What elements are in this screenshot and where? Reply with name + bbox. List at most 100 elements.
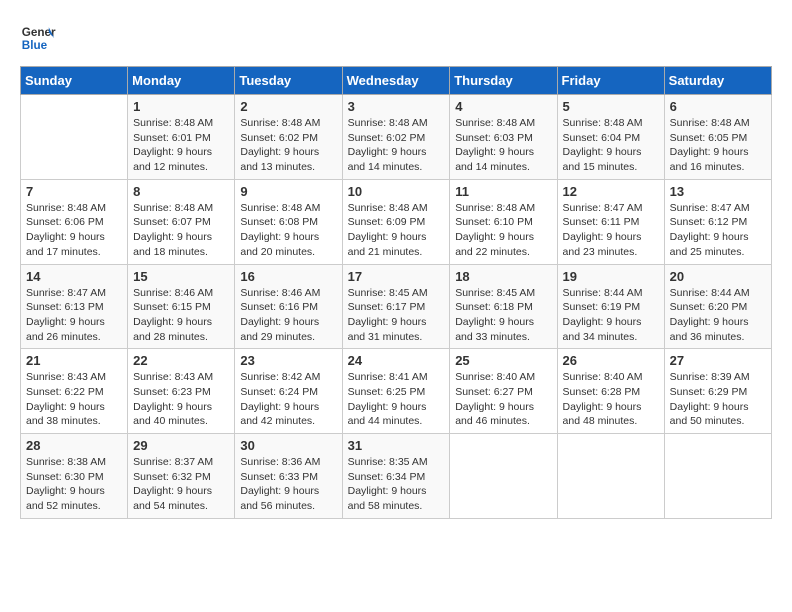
calendar-week-row: 14 Sunrise: 8:47 AMSunset: 6:13 PMDayligh…	[21, 264, 772, 349]
calendar-cell: 7 Sunrise: 8:48 AMSunset: 6:06 PMDaylight…	[21, 179, 128, 264]
day-info: Sunrise: 8:47 AMSunset: 6:12 PMDaylight:…	[670, 201, 766, 260]
calendar-cell: 4Sunrise: 8:48 AMSunset: 6:03 PMDaylight…	[450, 95, 557, 180]
day-number: 23	[240, 353, 336, 368]
day-number: 7	[26, 184, 122, 199]
calendar-week-row: 21 Sunrise: 8:43 AMSunset: 6:22 PMDayligh…	[21, 349, 772, 434]
calendar-cell: 5 Sunrise: 8:48 AMSunset: 6:04 PMDaylight…	[557, 95, 664, 180]
calendar-cell: 10Sunrise: 8:48 AMSunset: 6:09 PMDayligh…	[342, 179, 450, 264]
day-number: 6	[670, 99, 766, 114]
column-header-thursday: Thursday	[450, 67, 557, 95]
svg-text:Blue: Blue	[22, 39, 48, 52]
calendar-cell: 23 Sunrise: 8:42 AMSunset: 6:24 PMDayligh…	[235, 349, 342, 434]
calendar-cell	[557, 434, 664, 519]
day-number: 19	[563, 269, 659, 284]
day-info: Sunrise: 8:39 AMSunset: 6:29 PMDaylight:…	[670, 370, 766, 429]
day-info: Sunrise: 8:48 AMSunset: 6:10 PMDaylight:…	[455, 201, 551, 260]
day-info: Sunrise: 8:41 AMSunset: 6:25 PMDaylight:…	[348, 370, 445, 429]
page-header: General Blue	[20, 20, 772, 56]
day-info: Sunrise: 8:47 AMSunset: 6:13 PMDaylight:…	[26, 286, 122, 345]
column-header-monday: Monday	[128, 67, 235, 95]
day-number: 3	[348, 99, 445, 114]
column-header-tuesday: Tuesday	[235, 67, 342, 95]
day-info: Sunrise: 8:48 AMSunset: 6:04 PMDaylight:…	[563, 116, 659, 175]
day-info: Sunrise: 8:48 AMSunset: 6:08 PMDaylight:…	[240, 201, 336, 260]
calendar-cell: 18 Sunrise: 8:45 AMSunset: 6:18 PMDayligh…	[450, 264, 557, 349]
calendar-cell: 20Sunrise: 8:44 AMSunset: 6:20 PMDayligh…	[664, 264, 771, 349]
day-number: 5	[563, 99, 659, 114]
day-number: 2	[240, 99, 336, 114]
calendar-cell: 12Sunrise: 8:47 AMSunset: 6:11 PMDayligh…	[557, 179, 664, 264]
day-number: 17	[348, 269, 445, 284]
day-info: Sunrise: 8:35 AMSunset: 6:34 PMDaylight:…	[348, 455, 445, 514]
calendar-cell: 6Sunrise: 8:48 AMSunset: 6:05 PMDaylight…	[664, 95, 771, 180]
day-number: 13	[670, 184, 766, 199]
day-number: 27	[670, 353, 766, 368]
day-info: Sunrise: 8:38 AMSunset: 6:30 PMDaylight:…	[26, 455, 122, 514]
day-info: Sunrise: 8:44 AMSunset: 6:20 PMDaylight:…	[670, 286, 766, 345]
day-info: Sunrise: 8:45 AMSunset: 6:18 PMDaylight:…	[455, 286, 551, 345]
column-header-wednesday: Wednesday	[342, 67, 450, 95]
day-number: 31	[348, 438, 445, 453]
logo: General Blue	[20, 20, 56, 56]
day-number: 21	[26, 353, 122, 368]
day-number: 4	[455, 99, 551, 114]
calendar-cell: 19 Sunrise: 8:44 AMSunset: 6:19 PMDayligh…	[557, 264, 664, 349]
day-info: Sunrise: 8:43 AMSunset: 6:23 PMDaylight:…	[133, 370, 229, 429]
day-number: 14	[26, 269, 122, 284]
day-info: Sunrise: 8:48 AMSunset: 6:01 PMDaylight:…	[133, 116, 229, 175]
day-number: 15	[133, 269, 229, 284]
calendar-cell: 26 Sunrise: 8:40 AMSunset: 6:28 PMDayligh…	[557, 349, 664, 434]
day-number: 9	[240, 184, 336, 199]
day-number: 24	[348, 353, 445, 368]
day-info: Sunrise: 8:40 AMSunset: 6:28 PMDaylight:…	[563, 370, 659, 429]
calendar-cell	[21, 95, 128, 180]
day-info: Sunrise: 8:42 AMSunset: 6:24 PMDaylight:…	[240, 370, 336, 429]
day-info: Sunrise: 8:48 AMSunset: 6:07 PMDaylight:…	[133, 201, 229, 260]
calendar-cell: 25 Sunrise: 8:40 AMSunset: 6:27 PMDayligh…	[450, 349, 557, 434]
column-header-friday: Friday	[557, 67, 664, 95]
day-info: Sunrise: 8:48 AMSunset: 6:06 PMDaylight:…	[26, 201, 122, 260]
day-number: 28	[26, 438, 122, 453]
day-number: 12	[563, 184, 659, 199]
calendar-cell: 3 Sunrise: 8:48 AMSunset: 6:02 PMDaylight…	[342, 95, 450, 180]
day-info: Sunrise: 8:43 AMSunset: 6:22 PMDaylight:…	[26, 370, 122, 429]
day-info: Sunrise: 8:48 AMSunset: 6:02 PMDaylight:…	[348, 116, 445, 175]
calendar-header-row: SundayMondayTuesdayWednesdayThursdayFrid…	[21, 67, 772, 95]
day-number: 1	[133, 99, 229, 114]
day-info: Sunrise: 8:44 AMSunset: 6:19 PMDaylight:…	[563, 286, 659, 345]
day-number: 30	[240, 438, 336, 453]
calendar-cell: 8 Sunrise: 8:48 AMSunset: 6:07 PMDaylight…	[128, 179, 235, 264]
day-number: 18	[455, 269, 551, 284]
calendar-cell: 9 Sunrise: 8:48 AMSunset: 6:08 PMDaylight…	[235, 179, 342, 264]
calendar-cell: 21 Sunrise: 8:43 AMSunset: 6:22 PMDayligh…	[21, 349, 128, 434]
calendar-cell: 14 Sunrise: 8:47 AMSunset: 6:13 PMDayligh…	[21, 264, 128, 349]
calendar-cell: 31 Sunrise: 8:35 AMSunset: 6:34 PMDayligh…	[342, 434, 450, 519]
column-header-sunday: Sunday	[21, 67, 128, 95]
day-number: 22	[133, 353, 229, 368]
calendar-week-row: 1 Sunrise: 8:48 AMSunset: 6:01 PMDaylight…	[21, 95, 772, 180]
calendar-cell: 11Sunrise: 8:48 AMSunset: 6:10 PMDayligh…	[450, 179, 557, 264]
calendar-cell: 16 Sunrise: 8:46 AMSunset: 6:16 PMDayligh…	[235, 264, 342, 349]
day-number: 26	[563, 353, 659, 368]
calendar-cell: 15 Sunrise: 8:46 AMSunset: 6:15 PMDayligh…	[128, 264, 235, 349]
calendar-cell	[450, 434, 557, 519]
day-info: Sunrise: 8:45 AMSunset: 6:17 PMDaylight:…	[348, 286, 445, 345]
day-info: Sunrise: 8:46 AMSunset: 6:15 PMDaylight:…	[133, 286, 229, 345]
calendar-week-row: 28 Sunrise: 8:38 AMSunset: 6:30 PMDayligh…	[21, 434, 772, 519]
calendar-cell: 28 Sunrise: 8:38 AMSunset: 6:30 PMDayligh…	[21, 434, 128, 519]
day-info: Sunrise: 8:48 AMSunset: 6:09 PMDaylight:…	[348, 201, 445, 260]
day-number: 16	[240, 269, 336, 284]
day-info: Sunrise: 8:36 AMSunset: 6:33 PMDaylight:…	[240, 455, 336, 514]
calendar-cell: 1 Sunrise: 8:48 AMSunset: 6:01 PMDaylight…	[128, 95, 235, 180]
day-info: Sunrise: 8:37 AMSunset: 6:32 PMDaylight:…	[133, 455, 229, 514]
day-number: 8	[133, 184, 229, 199]
calendar-cell: 24 Sunrise: 8:41 AMSunset: 6:25 PMDayligh…	[342, 349, 450, 434]
day-number: 25	[455, 353, 551, 368]
calendar-table: SundayMondayTuesdayWednesdayThursdayFrid…	[20, 66, 772, 519]
day-number: 29	[133, 438, 229, 453]
calendar-cell: 29 Sunrise: 8:37 AMSunset: 6:32 PMDayligh…	[128, 434, 235, 519]
day-info: Sunrise: 8:46 AMSunset: 6:16 PMDaylight:…	[240, 286, 336, 345]
calendar-cell: 30 Sunrise: 8:36 AMSunset: 6:33 PMDayligh…	[235, 434, 342, 519]
day-info: Sunrise: 8:40 AMSunset: 6:27 PMDaylight:…	[455, 370, 551, 429]
calendar-cell	[664, 434, 771, 519]
